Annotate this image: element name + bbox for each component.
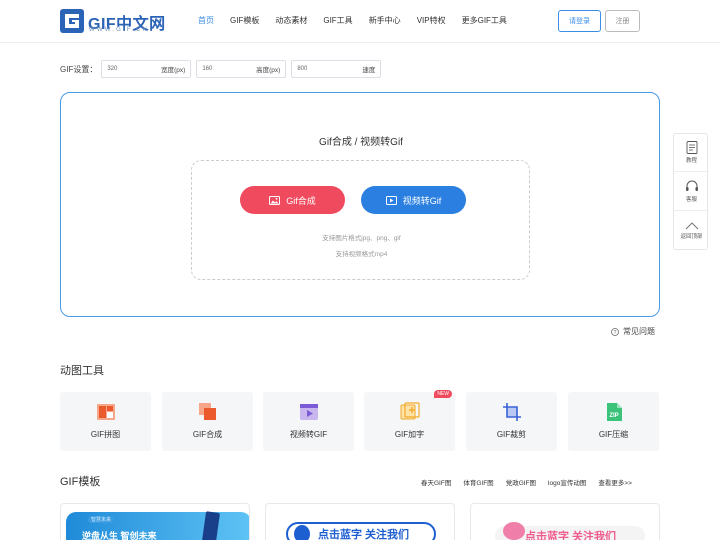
add-text-icon (400, 402, 420, 420)
nav-home[interactable]: 首页 (198, 15, 214, 26)
tool-gif-add-text[interactable]: GIF加字 NEW (364, 390, 455, 451)
template-card[interactable]: 点击蓝字 关注我们 (470, 503, 660, 540)
collage-icon (96, 404, 115, 420)
header: GIF中文网 WWW.GIF.CN 首页 GIF模板 动态素材 GIF工具 新手… (0, 0, 720, 43)
template-preview: 智慧未来 逆盘从生 智创未来 (66, 511, 249, 540)
tool-label: GIF压缩 (598, 430, 629, 439)
width-input[interactable]: 320 宽度(px) (101, 60, 192, 78)
nav-vip[interactable]: VIP特权 (417, 15, 446, 26)
template-card[interactable]: 智慧未来 逆盘从生 智创未来 (60, 503, 250, 540)
gif-settings: GIF设置： 320 宽度(px) 160 高度(px) 800 速度 (60, 60, 386, 78)
side-float-bar: 教程 客服 返回顶部 (673, 133, 709, 250)
template-small-text: 智慧未来 (88, 516, 115, 523)
tag-sports[interactable]: 体育GIF图 (463, 477, 493, 487)
settings-label: GIF设置： (60, 64, 98, 74)
height-unit: 高度(px) (256, 67, 281, 74)
question-icon: ? (611, 327, 619, 336)
zip-file-icon: ZIP (606, 403, 622, 421)
nav-gif-templates[interactable]: GIF模板 (230, 15, 259, 26)
image-format-hint: 支持图片格式jpg、png、gif (322, 235, 401, 242)
video-icon (385, 195, 397, 205)
image-icon (269, 195, 281, 205)
side-service[interactable]: 客服 (674, 173, 709, 211)
side-back-to-top[interactable]: 返回顶部 (674, 212, 709, 250)
crop-icon (502, 403, 521, 421)
tag-logo[interactable]: logo宣传动图 (548, 477, 586, 487)
logo-icon (60, 9, 84, 33)
tag-party[interactable]: 党政GIF图 (506, 477, 536, 487)
heart-icon (503, 522, 525, 540)
chevron-up-icon (685, 222, 698, 230)
upload-panel: Gif合成 / 视频转Gif Gif合成 视频转Gif 支持图片格式jpg、pn… (60, 92, 660, 317)
gif-compose-button[interactable]: Gif合成 (240, 186, 345, 214)
register-button[interactable]: 注册 (605, 10, 640, 32)
phone-graphic (201, 511, 221, 540)
template-text: 点击蓝字 关注我们 (525, 531, 617, 540)
tool-label: GIF合成 (192, 430, 223, 439)
new-badge: NEW (434, 390, 452, 398)
video-to-gif-button[interactable]: 视频转Gif (361, 186, 466, 214)
upload-title: Gif合成 / 视频转Gif (319, 137, 403, 148)
tool-gif-crop[interactable]: GIF裁剪 (466, 392, 557, 451)
upload-dropzone[interactable]: Gif合成 视频转Gif 支持图片格式jpg、png、gif 支持视频格式mp4 (191, 160, 530, 280)
nav-more-tools[interactable]: 更多GIF工具 (462, 15, 507, 26)
logo[interactable]: GIF中文网 WWW.GIF.CN (60, 9, 165, 35)
document-icon (686, 141, 697, 154)
width-unit: 宽度(px) (161, 67, 186, 74)
tool-label: 视频转GIF (289, 430, 328, 439)
template-text: 点击蓝字 关注我们 (318, 529, 410, 540)
nav-gif-tools[interactable]: GIF工具 (323, 15, 352, 26)
nav-dynamic-assets[interactable]: 动态素材 (275, 15, 307, 26)
faq-label: 常见问题 (623, 327, 655, 336)
width-value: 320 (107, 66, 118, 72)
template-preview: 点击蓝字 关注我们 (286, 522, 436, 540)
template-tags: 春天GIF图 体育GIF图 党政GIF图 logo宣传动图 查看更多>> (421, 477, 644, 487)
templates-section-title: GIF模板 (60, 476, 101, 488)
tag-view-more[interactable]: 查看更多>> (598, 477, 632, 487)
svg-text:ZIP: ZIP (609, 413, 618, 419)
height-input[interactable]: 160 高度(px) (196, 60, 287, 78)
tool-video-to-gif[interactable]: 视频转GIF (263, 392, 354, 451)
side-tutorial[interactable]: 教程 (674, 134, 709, 172)
tools-grid: GIF拼图 GIF合成 视频转GIF GIF加字 NEW GIF裁剪 ZIP G… (60, 390, 660, 452)
template-preview: 点击蓝字 关注我们 (495, 522, 645, 540)
gif-compose-label: Gif合成 (286, 195, 316, 206)
tag-spring[interactable]: 春天GIF图 (421, 477, 451, 487)
logo-subtext: WWW.GIF.CN (89, 27, 149, 33)
tool-gif-compress[interactable]: ZIP GIF压缩 (568, 392, 659, 451)
video-format-hint: 支持视频格式mp4 (335, 251, 388, 258)
login-button[interactable]: 请登录 (558, 10, 601, 32)
tool-label: GIF拼图 (90, 430, 121, 439)
main-nav: 首页 GIF模板 动态素材 GIF工具 新手中心 VIP特权 更多GIF工具 (198, 15, 523, 26)
tools-section-title: 动图工具 (60, 365, 104, 377)
side-service-label: 客服 (685, 197, 697, 203)
tool-gif-collage[interactable]: GIF拼图 (60, 392, 151, 451)
side-tutorial-label: 教程 (685, 158, 697, 164)
nav-beginner-center[interactable]: 新手中心 (369, 15, 401, 26)
height-value: 160 (202, 66, 213, 72)
tool-gif-compose[interactable]: GIF合成 (162, 392, 253, 451)
lightning-icon (294, 525, 310, 540)
side-top-label: 返回顶部 (680, 234, 703, 240)
template-card[interactable]: 点击蓝字 关注我们 (265, 503, 455, 540)
svg-text:?: ? (614, 330, 617, 336)
video-play-icon (299, 404, 318, 420)
speed-value: 800 (297, 66, 308, 72)
layers-icon (198, 403, 216, 420)
headset-icon (685, 180, 698, 191)
faq-link[interactable]: ? 常见问题 (611, 326, 655, 337)
tool-label: GIF裁剪 (496, 430, 527, 439)
template-big-text: 逆盘从生 智创未来 (82, 531, 157, 540)
tool-label: GIF加字 (394, 430, 425, 439)
speed-input[interactable]: 800 速度 (291, 60, 382, 78)
speed-unit: 速度 (362, 67, 376, 74)
video-to-gif-label: 视频转Gif (402, 195, 442, 206)
